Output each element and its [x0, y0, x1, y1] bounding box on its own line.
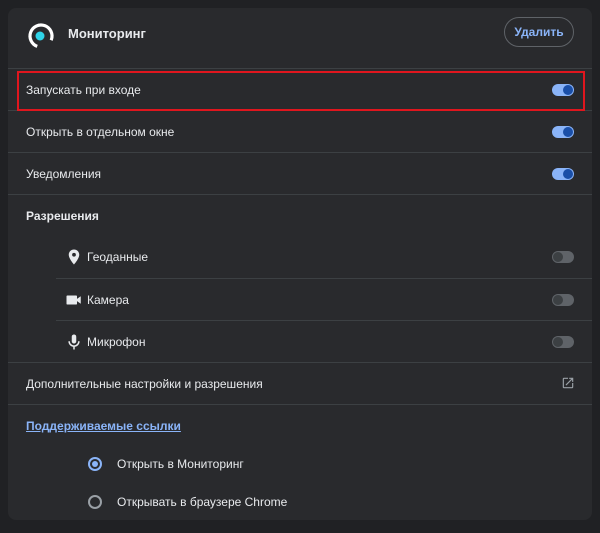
permission-camera-toggle[interactable]: [552, 294, 574, 306]
open-in-chrome-radio[interactable]: [88, 495, 102, 509]
permissions-header-row: Разрешения: [8, 194, 592, 236]
toggle-knob: [553, 252, 563, 262]
open-in-app-option[interactable]: Открыть в Мониторинг: [8, 445, 592, 483]
toggle-knob: [563, 127, 573, 137]
supported-links-link[interactable]: Поддерживаемые ссылки: [26, 419, 181, 433]
permission-location-row[interactable]: Геоданные: [56, 236, 592, 278]
permission-camera-row[interactable]: Камера: [56, 278, 592, 320]
location-pin-icon: [68, 249, 80, 265]
permissions-title: Разрешения: [26, 209, 99, 223]
supported-links-row: Поддерживаемые ссылки: [8, 404, 592, 446]
open-in-chrome-option[interactable]: Открывать в браузере Chrome: [8, 483, 592, 520]
open-in-window-label: Открыть в отдельном окне: [26, 125, 175, 139]
permission-location-label: Геоданные: [87, 250, 149, 264]
open-in-app-radio[interactable]: [88, 457, 102, 471]
notifications-toggle[interactable]: [552, 168, 574, 180]
app-logo-icon: [28, 23, 54, 49]
camera-icon: [66, 295, 81, 305]
permission-microphone-row[interactable]: Микрофон: [56, 320, 592, 362]
app-title: Мониторинг: [68, 26, 146, 41]
open-in-window-row[interactable]: Открыть в отдельном окне: [8, 110, 592, 152]
app-header: Мониторинг Удалить: [8, 8, 592, 68]
open-external-icon[interactable]: [561, 376, 575, 390]
open-in-app-label: Открыть в Мониторинг: [117, 457, 244, 471]
toggle-knob: [553, 295, 563, 305]
more-settings-row[interactable]: Дополнительные настройки и разрешения: [8, 362, 592, 404]
more-settings-label: Дополнительные настройки и разрешения: [26, 377, 263, 391]
delete-button[interactable]: Удалить: [504, 17, 574, 47]
permission-location-toggle[interactable]: [552, 251, 574, 263]
microphone-icon: [68, 334, 80, 350]
app-settings-card: Мониторинг Удалить Запускать при входе О…: [8, 8, 592, 520]
highlight-box: [17, 71, 585, 111]
toggle-knob: [553, 337, 563, 347]
permission-camera-label: Камера: [87, 293, 129, 307]
toggle-knob: [563, 169, 573, 179]
open-in-chrome-label: Открывать в браузере Chrome: [117, 495, 288, 509]
permission-microphone-label: Микрофон: [87, 335, 146, 349]
notifications-row[interactable]: Уведомления: [8, 152, 592, 194]
permission-microphone-toggle[interactable]: [552, 336, 574, 348]
open-in-window-toggle[interactable]: [552, 126, 574, 138]
notifications-label: Уведомления: [26, 167, 102, 181]
